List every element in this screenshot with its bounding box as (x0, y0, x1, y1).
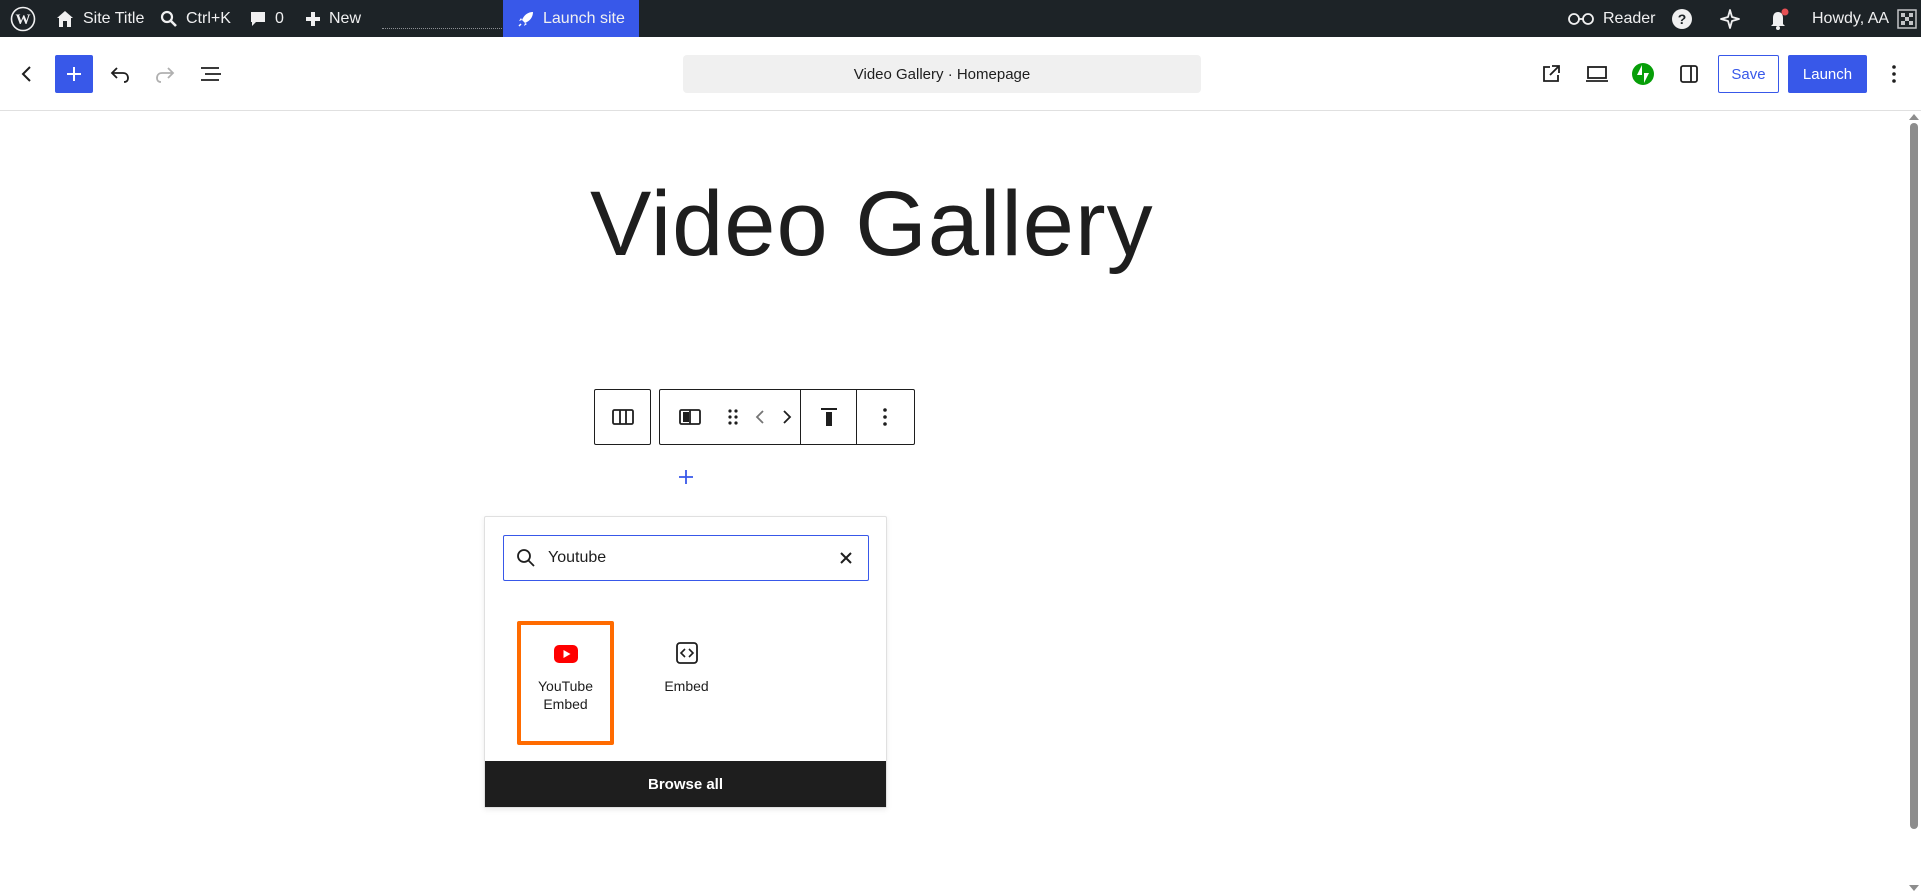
account-menu[interactable]: Howdy, AA (1812, 0, 1917, 37)
block-toolbar (659, 389, 915, 445)
site-title-label: Site Title (83, 9, 145, 27)
column-block-icon[interactable] (660, 390, 720, 444)
undo-button[interactable] (101, 55, 139, 93)
block-label-line: YouTube (537, 678, 593, 694)
save-label: Save (1731, 65, 1766, 83)
new-content-link[interactable]: New (305, 0, 361, 37)
plus-icon (67, 67, 81, 81)
notifications-bell-icon[interactable] (1767, 0, 1791, 37)
block-label-line: Embed (543, 696, 588, 712)
page-title[interactable]: Video Gallery (590, 178, 1154, 270)
external-link-icon (1543, 65, 1560, 82)
launch-site-label: Launch site (543, 9, 625, 27)
jetpack-icon (1632, 63, 1654, 85)
new-label: New (329, 9, 362, 27)
comment-icon (251, 11, 265, 26)
move-left-chevron-icon[interactable] (746, 390, 774, 444)
editor-header: Video Gallery · Homepage Save Launch (0, 37, 1921, 111)
rocket-icon (518, 11, 533, 27)
youtube-icon (553, 645, 578, 663)
home-icon (57, 10, 73, 27)
browse-all-label: Browse all (647, 775, 724, 793)
add-block-plus-icon[interactable] (674, 465, 698, 489)
search-shortcut-label: Ctrl+K (186, 9, 231, 27)
options-menu-button[interactable] (1875, 55, 1913, 93)
jetpack-button[interactable] (1624, 55, 1662, 93)
launch-button[interactable]: Launch (1788, 55, 1867, 93)
reader-link[interactable]: Reader (1567, 0, 1655, 37)
document-title-bar[interactable]: Video Gallery · Homepage (683, 55, 1201, 93)
search-icon (160, 10, 177, 27)
block-search-field (503, 535, 869, 581)
more-vertical-icon (1892, 65, 1896, 83)
redo-icon (156, 67, 175, 83)
sidebar-icon (1680, 65, 1698, 83)
ai-sparkle-icon[interactable] (1719, 0, 1741, 37)
list-view-icon (201, 67, 221, 81)
save-button[interactable]: Save (1718, 55, 1779, 93)
command-search-link[interactable]: Ctrl+K (160, 0, 231, 37)
search-icon (504, 536, 548, 580)
quick-inserter-popover: YouTube Embed Embed Browse all (484, 516, 887, 808)
avatar (1897, 8, 1917, 29)
more-options-icon[interactable] (856, 390, 912, 444)
embed-icon (675, 642, 698, 664)
redo-button[interactable] (146, 55, 184, 93)
chevron-left-icon (21, 66, 31, 82)
view-page-button[interactable] (1532, 55, 1570, 93)
reader-label: Reader (1603, 9, 1656, 27)
browse-all-button[interactable]: Browse all (485, 761, 886, 807)
clear-search-button[interactable] (832, 544, 860, 572)
comments-link[interactable]: 0 (249, 0, 284, 37)
desktop-icon (1586, 66, 1608, 82)
block-search-input[interactable] (548, 549, 818, 567)
document-overview-button[interactable] (192, 55, 230, 93)
columns-icon[interactable] (595, 390, 650, 444)
undo-icon (110, 67, 129, 83)
admin-bar: W Site Title Ctrl+K 0 New Launch site Re… (0, 0, 1921, 37)
vertical-align-top-icon[interactable] (800, 390, 856, 444)
move-right-chevron-icon[interactable] (774, 390, 800, 444)
launch-site-button[interactable]: Launch site (503, 0, 639, 37)
block-option-label: YouTube Embed (538, 677, 593, 713)
close-icon (840, 552, 852, 564)
drag-handle-icon[interactable] (720, 390, 746, 444)
device-preview-button[interactable] (1578, 55, 1616, 93)
plus-icon (306, 11, 320, 26)
block-option-label: Embed (664, 677, 708, 695)
reader-glasses-icon (1568, 12, 1594, 25)
parent-block-selector[interactable] (594, 389, 651, 445)
scroll-down-arrow-icon[interactable] (1909, 885, 1919, 891)
help-icon[interactable]: ? (1671, 0, 1693, 37)
back-button[interactable] (8, 55, 46, 93)
canvas-scrollbar[interactable] (1906, 111, 1921, 894)
document-title: Video Gallery · Homepage (853, 65, 1031, 83)
block-option-youtube-embed[interactable]: YouTube Embed (517, 621, 614, 745)
howdy-label: Howdy, AA (1812, 9, 1890, 27)
block-inserter-toggle[interactable] (55, 55, 93, 93)
block-option-embed[interactable]: Embed (638, 621, 735, 745)
launch-label: Launch (1802, 65, 1853, 83)
scroll-thumb[interactable] (1910, 123, 1918, 829)
comments-count: 0 (275, 9, 284, 27)
settings-sidebar-toggle[interactable] (1670, 55, 1708, 93)
svg-text:W: W (16, 12, 31, 28)
scroll-up-arrow-icon[interactable] (1909, 114, 1919, 120)
wordpress-logo-icon[interactable]: W (10, 0, 36, 37)
svg-text:?: ? (1678, 11, 1687, 27)
site-title-link[interactable]: Site Title (55, 0, 144, 37)
block-label-line: Embed (664, 678, 709, 694)
